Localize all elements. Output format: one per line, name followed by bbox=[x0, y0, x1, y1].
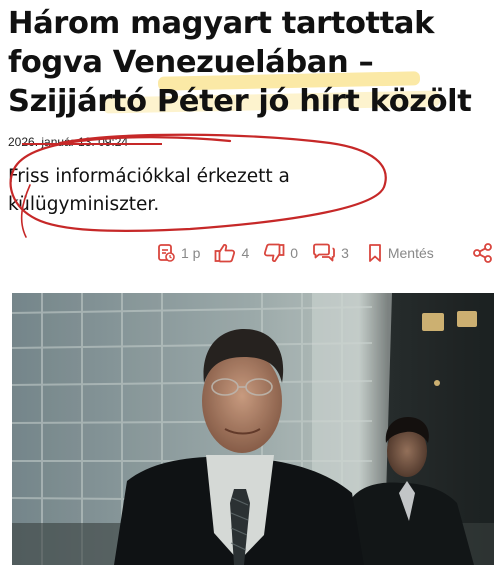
dislike-button[interactable]: 0 bbox=[263, 243, 298, 263]
headline-line-3: Szijjártó Péter jó hírt közölt bbox=[8, 84, 472, 119]
read-time: 1 p bbox=[156, 243, 200, 263]
comment-count: 3 bbox=[341, 245, 349, 261]
lead-line-1: Friss információkkal érkezett a bbox=[8, 166, 290, 187]
headline-block: Három magyart tartottak fogva Venezueláb… bbox=[8, 4, 494, 121]
save-button[interactable]: Mentés bbox=[367, 243, 434, 263]
share-button[interactable] bbox=[472, 242, 494, 264]
article-headline: Három magyart tartottak fogva Venezueláb… bbox=[8, 4, 494, 121]
article-date: 2026. január 13. 09:24 bbox=[8, 135, 129, 149]
article-actions-bar: 1 p 4 0 3 Mentés bbox=[156, 240, 494, 266]
read-time-icon bbox=[158, 244, 175, 262]
thumbs-down-icon bbox=[264, 243, 285, 263]
article-photo[interactable] bbox=[12, 293, 494, 565]
save-label: Mentés bbox=[387, 245, 434, 261]
read-time-value: 1 p bbox=[181, 245, 201, 261]
date-strike-annotation bbox=[22, 143, 162, 145]
lead-line-2: külügyminiszter. bbox=[8, 194, 160, 215]
headline-line-2: fogva Venezuelában – bbox=[8, 45, 374, 80]
thumbs-up-icon bbox=[215, 243, 236, 263]
comments-button[interactable]: 3 bbox=[312, 243, 349, 263]
share-icon bbox=[473, 243, 492, 263]
dislike-count: 0 bbox=[290, 245, 299, 261]
comment-icon bbox=[313, 243, 335, 262]
headline-line-1: Három magyart tartottak bbox=[8, 6, 434, 41]
article-photo-image bbox=[12, 293, 494, 565]
article-lead: Friss információkkal érkezett a külügymi… bbox=[8, 163, 428, 219]
bookmark-icon bbox=[368, 244, 381, 262]
like-count: 4 bbox=[241, 245, 250, 261]
like-button[interactable]: 4 bbox=[214, 243, 249, 263]
